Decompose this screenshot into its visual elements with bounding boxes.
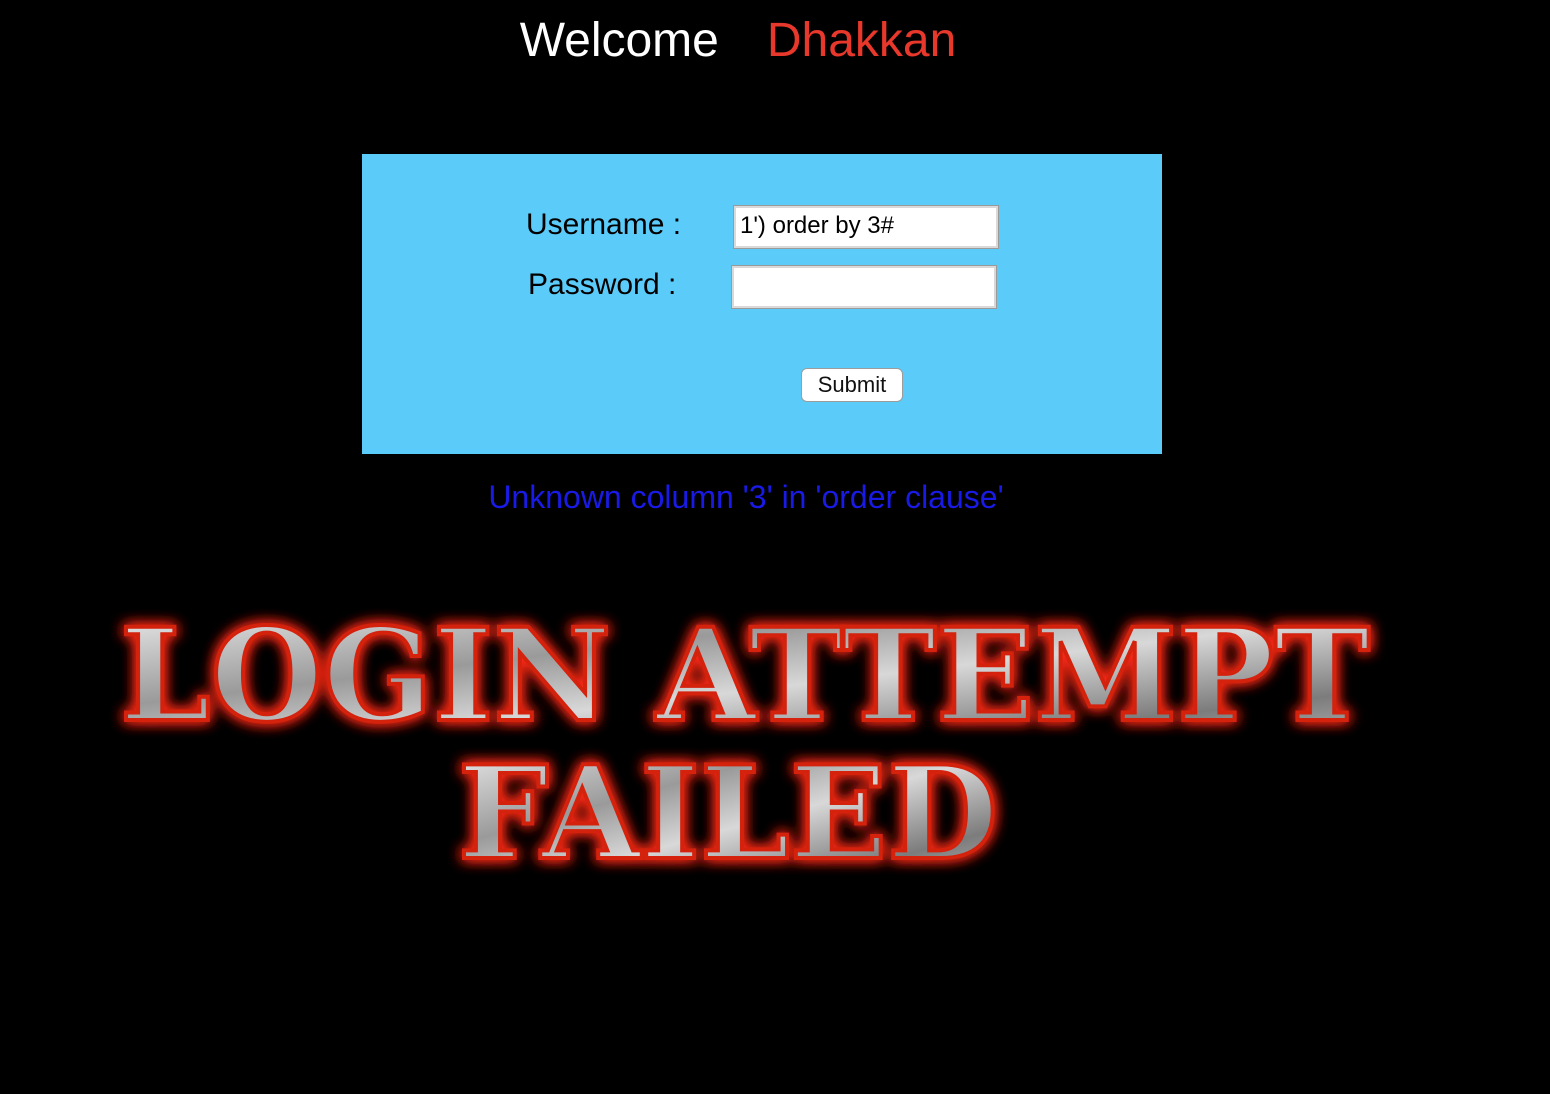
password-field[interactable] (731, 265, 997, 309)
user-name: Dhakkan (766, 14, 957, 67)
banner-line-2: FAILED (458, 739, 998, 889)
page: Welcome Dhakkan Username : 1') order by 3… (0, 0, 1550, 1094)
login-failed-banner: LOGIN ATTEMPT FAILED (100, 600, 1400, 890)
password-label: Password : (528, 268, 677, 301)
submit-button[interactable]: Submit (801, 368, 903, 402)
banner-line-1: LOGIN ATTEMPT (120, 601, 1370, 751)
username-label: Username : (526, 208, 682, 241)
error-message: Unknown column '3' in 'order clause' (488, 479, 1004, 515)
welcome-text: Welcome (519, 14, 719, 67)
welcome-heading: Welcome Dhakkan (0, 12, 1476, 70)
login-form: Username : 1') order by 3# Password : Su… (362, 154, 1162, 454)
username-field[interactable]: 1') order by 3# (733, 205, 999, 249)
